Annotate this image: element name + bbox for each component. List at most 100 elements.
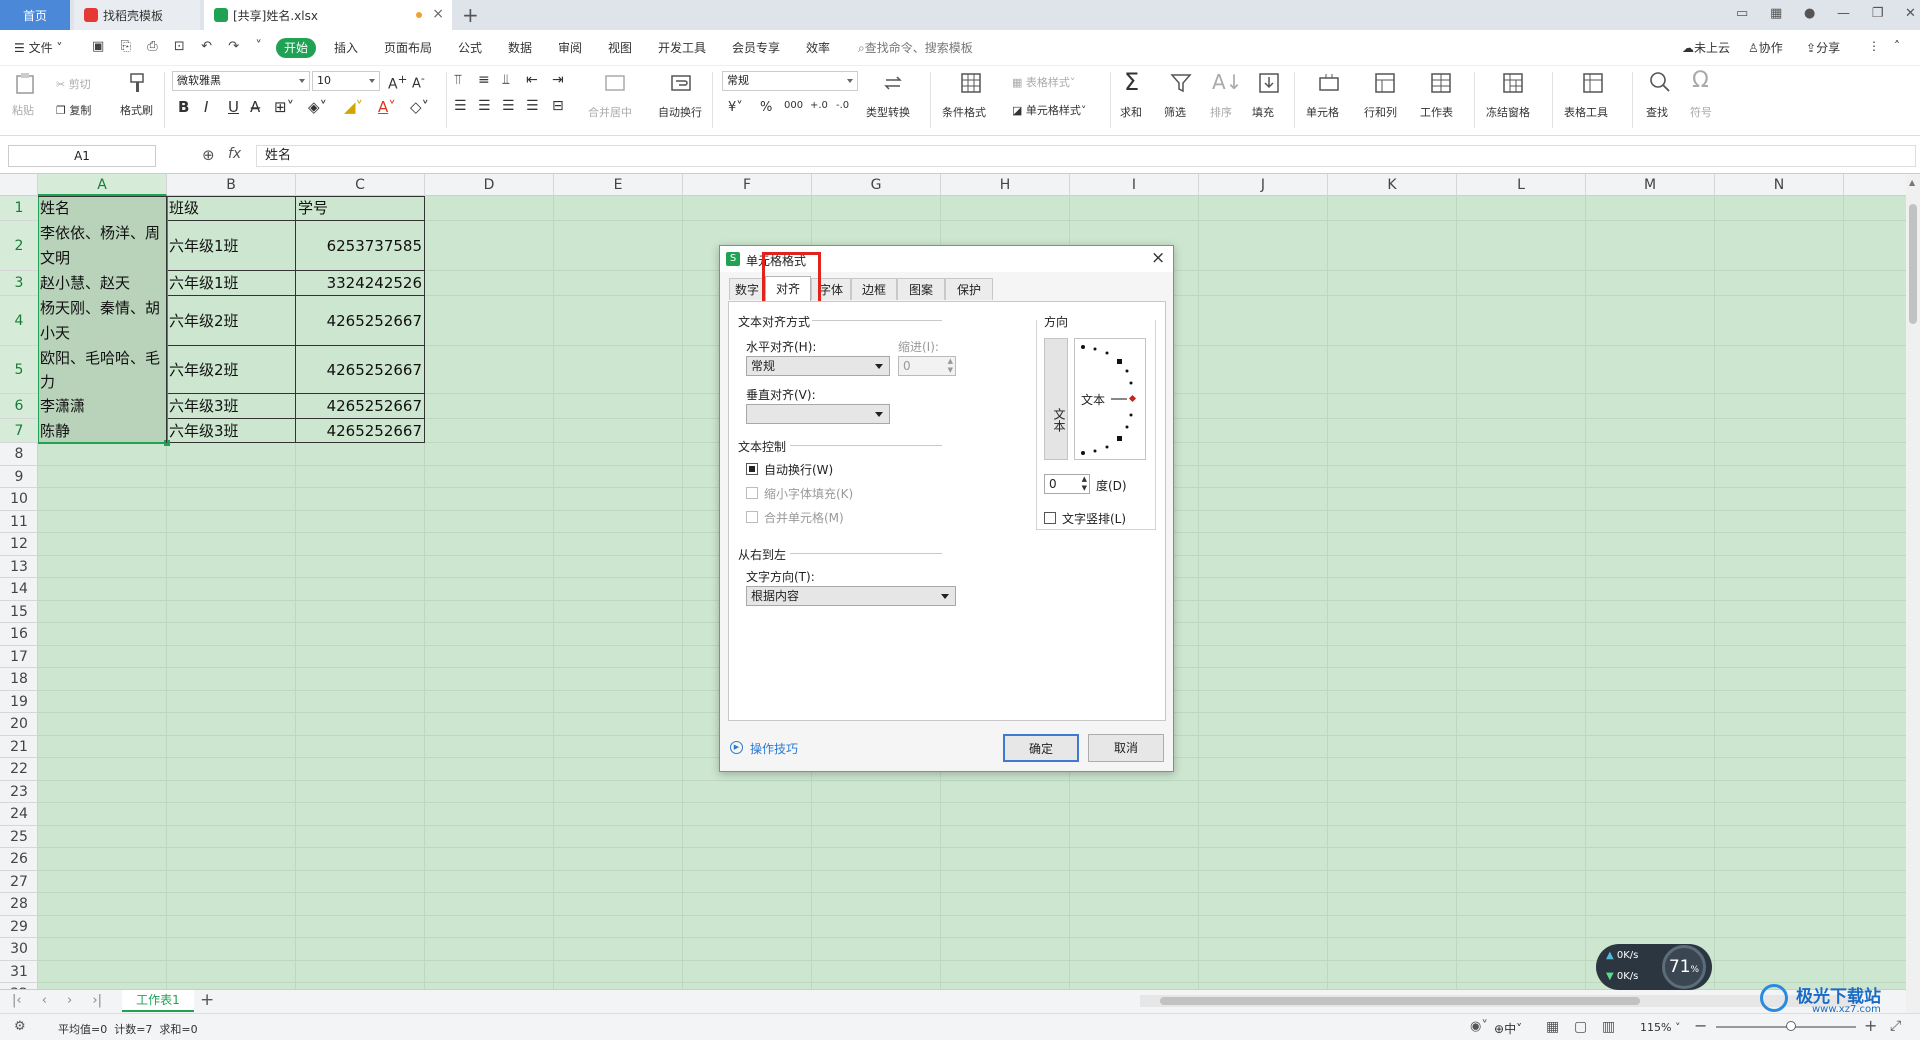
cell-style-button[interactable]: ◪ 单元格样式˅ [1012,102,1086,118]
column-header-e[interactable]: E [554,174,683,196]
row-header-15[interactable]: 15 [0,601,38,623]
copy-button[interactable]: ❐ 复制 [56,102,91,118]
underline-icon[interactable]: U [228,98,239,116]
minimize-icon[interactable]: — [1837,6,1850,24]
dialog-close-icon[interactable]: × [1151,248,1165,268]
row-header-17[interactable]: 17 [0,646,38,668]
row-header-27[interactable]: 27 [0,871,38,893]
table-style-button[interactable]: ▦ 表格样式˅ [1012,74,1075,90]
row-col-icon[interactable] [1374,72,1396,94]
currency-icon[interactable]: ¥˅ [728,100,743,115]
italic-icon[interactable]: I [204,98,208,116]
indent-increase-icon[interactable]: ⇥ [552,72,564,88]
restore-icon[interactable]: ❐ [1872,6,1884,24]
align-center-icon[interactable]: ☰ [478,98,491,114]
cell-c7[interactable]: 4265252667 [296,419,425,443]
zoom-out-icon[interactable]: − [1694,1016,1707,1035]
cell-c4[interactable]: 4265252667 [296,296,425,346]
align-middle-icon[interactable]: ≡ [478,72,490,88]
prev-sheet-icon[interactable]: ‹ [42,993,47,1008]
menu-review[interactable]: 审阅 [558,39,582,56]
column-header-k[interactable]: K [1328,174,1457,196]
row-header-26[interactable]: 26 [0,848,38,871]
conditional-format-button[interactable]: 条件格式 [942,104,986,120]
row-header-2[interactable]: 2 [0,221,38,271]
align-right-icon[interactable]: ☰ [502,98,515,114]
row-header-23[interactable]: 23 [0,781,38,803]
avatar[interactable]: ● [1804,6,1815,24]
zoom-slider[interactable] [1716,1021,1856,1031]
print-icon[interactable]: ⎙ [147,39,157,54]
row-header-31[interactable]: 31 [0,961,38,983]
column-header-m[interactable]: M [1586,174,1715,196]
cancel-button[interactable]: 取消 [1088,734,1164,762]
cell-icon[interactable] [1318,72,1340,94]
row-header-22[interactable]: 22 [0,758,38,781]
filter-button[interactable]: 筛选 [1164,104,1186,120]
column-header-l[interactable]: L [1457,174,1586,196]
strikethrough-icon[interactable]: A̶ [250,98,260,116]
column-header-b[interactable]: B [167,174,296,196]
fill-icon[interactable] [1258,72,1280,94]
row-header-21[interactable]: 21 [0,736,38,758]
cell-c5[interactable]: 4265252667 [296,346,425,394]
column-header-n[interactable]: N [1715,174,1844,196]
cell-b5[interactable]: 六年级2班 [167,346,296,394]
decrease-decimal-icon[interactable]: -.0 [836,100,849,111]
cell-fill-icon[interactable]: ◈˅ [308,98,327,116]
align-bottom-icon[interactable]: ⫫ [502,72,510,88]
share-button[interactable]: ⇪分享 [1806,39,1840,56]
menu-start[interactable]: 开始 [276,38,316,58]
align-top-icon[interactable]: ⫪ [454,72,462,88]
vertical-text-button[interactable]: 文本 [1044,338,1068,460]
cloud-status[interactable]: ☁未上云 [1682,39,1730,56]
export-icon[interactable]: ⎘ [121,39,131,54]
last-sheet-icon[interactable]: ›| [92,993,102,1008]
align-left-icon[interactable]: ☰ [454,98,467,114]
tab-border[interactable]: 边框 [851,278,897,300]
justify-icon[interactable]: ☰ [526,98,539,114]
column-header-f[interactable]: F [683,174,812,196]
find-icon[interactable] [1648,70,1670,92]
menu-formula[interactable]: 公式 [458,39,482,56]
cell-b6[interactable]: 六年级3班 [167,394,296,419]
row-header-11[interactable]: 11 [0,511,38,533]
row-header-28[interactable]: 28 [0,893,38,916]
percent-icon[interactable]: % [760,100,772,115]
type-convert-button[interactable]: 类型转换 [866,104,910,120]
column-header-j[interactable]: J [1199,174,1328,196]
fullscreen-icon[interactable]: ⤢ [1890,1018,1901,1034]
highlight-icon[interactable]: ◢˅ [344,98,363,116]
vertical-scrollbar[interactable]: ▲ [1906,174,1920,1013]
menu-page-layout[interactable]: 页面布局 [384,39,432,56]
tips-link[interactable]: 操作技巧 [750,740,798,757]
select-all-corner[interactable] [0,174,38,196]
cell-c3[interactable]: 3324242526 [296,271,425,296]
row-header-25[interactable]: 25 [0,826,38,848]
font-size-select[interactable]: 10 [312,71,380,91]
table-tools-button[interactable]: 表格工具 [1564,104,1608,120]
indent-spinner[interactable]: 0 ▲ ▼ [898,356,956,376]
font-name-select[interactable]: 微软雅黑 [172,71,310,91]
ok-button[interactable]: 确定 [1003,734,1079,762]
bold-icon[interactable]: B [178,98,189,116]
degree-spinner[interactable]: 0 ▲ ▼ [1044,474,1090,494]
format-painter-button[interactable]: 格式刷 [120,102,153,118]
row-header-14[interactable]: 14 [0,578,38,601]
sort-icon[interactable]: A↓ [1212,70,1242,94]
row-header-1[interactable]: 1 [0,196,38,221]
more-icon[interactable]: ⋮ [1868,39,1880,53]
tab-protection[interactable]: 保护 [945,278,993,300]
merge-center-icon[interactable] [604,72,626,94]
menu-member[interactable]: 会员专享 [732,39,780,56]
zoom-thumb[interactable] [1786,1021,1796,1031]
row-header-5[interactable]: 5 [0,346,38,394]
row-header-6[interactable]: 6 [0,394,38,419]
cell-b1[interactable]: 班级 [167,196,296,221]
vertical-text-checkbox[interactable] [1044,512,1056,524]
number-format-select[interactable]: 常规 [722,71,858,91]
column-header-a[interactable]: A [38,174,167,196]
cell-b4[interactable]: 六年级2班 [167,296,296,346]
name-box[interactable]: A1 [8,145,156,167]
page-layout-view-icon[interactable]: ▢ [1574,1019,1587,1035]
